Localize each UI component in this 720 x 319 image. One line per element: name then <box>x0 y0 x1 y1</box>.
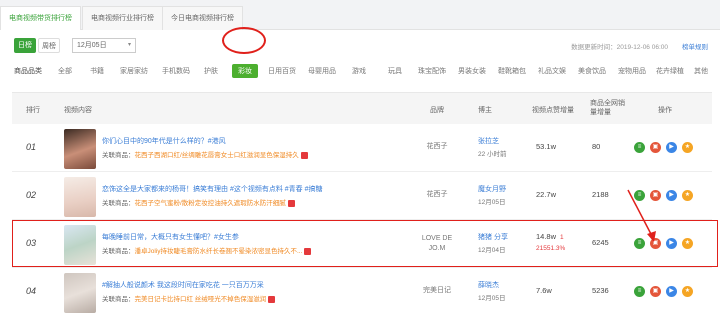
views-increase: 22.7w <box>536 190 557 199</box>
category-jewelry[interactable]: 珠宝配饰 <box>418 66 446 76</box>
category-skincare[interactable]: 护肤 <box>204 66 218 76</box>
video-title[interactable]: 你们心目中的90年代是什么样的？#港风 <box>102 136 226 146</box>
makeup-highlight-circle <box>222 27 266 54</box>
category-bags[interactable]: 鞋靴箱包 <box>498 66 526 76</box>
brand: 花西子 <box>426 191 448 198</box>
product-link[interactable]: 花西子西湖口红/丝绸雕花唇膏女士口红滋润显色保湿持久 <box>135 152 299 159</box>
table-row: 04 #解抽人般说颜术 我这段时间在家吃花 一只百万万采 关联商品：完美日记卡比… <box>12 268 712 319</box>
taobao-icon <box>287 199 295 207</box>
date-select[interactable]: 12月05日 ▾ <box>72 38 136 53</box>
blogger-name[interactable]: 薛晓杰 <box>478 280 499 290</box>
rank: 02 <box>26 190 37 200</box>
video-title[interactable]: #解抽人般说颜术 我这段时间在家吃花 一只百万万采 <box>102 280 264 290</box>
table-header: 排行 视频内容 品牌 博主 视频点赞增量 商品全网销量增量 操作 <box>12 92 712 124</box>
video-title[interactable]: 恋饰这全是大家都来的杨哥！搞笑有理由 #这个视频有点料 #青春 #搞糖 <box>102 184 323 194</box>
detail-icon[interactable]: ≡ <box>634 286 645 297</box>
publish-date: 22 小时前 <box>478 151 507 158</box>
product-link[interactable]: 花西子空气蜜粉/散粉定妆控油持久遮瑕防水防汗细腻 <box>135 200 286 207</box>
product-link[interactable]: 完美日记卡比持口红 丝绒哑光不掉色保湿滋润 <box>135 296 267 303</box>
play-icon[interactable]: ▶ <box>666 286 677 297</box>
favorite-icon[interactable]: ★ <box>682 142 693 153</box>
table-row: 02 恋饰这全是大家都来的杨哥！搞笑有理由 #这个视频有点料 #青春 #搞糖 关… <box>12 172 712 220</box>
week-ranking-button[interactable]: 周榜 <box>38 38 60 53</box>
category-home[interactable]: 家居家纺 <box>120 66 148 76</box>
ranking-tabs: 电商视频带货排行榜 电商视频行业排行榜 今日电商视频排行榜 <box>0 0 720 31</box>
favorite-icon[interactable]: ★ <box>682 286 693 297</box>
taobao-icon <box>300 151 308 159</box>
category-books[interactable]: 书籍 <box>90 66 104 76</box>
header-content: 视频内容 <box>64 107 92 114</box>
play-icon[interactable]: ▶ <box>666 190 677 201</box>
sales-increase: 80 <box>592 142 601 151</box>
table-row: 01 你们心目中的90年代是什么样的？#港风 关联商品：花西子西湖口红/丝绸雕花… <box>12 124 712 172</box>
category-clothing[interactable]: 男装女装 <box>458 66 486 76</box>
controls-row: 日榜 周榜 12月05日 ▾ 数据更新时间：2019-12-06 06:00 榜… <box>0 38 720 54</box>
related-product: 关联商品：完美日记卡比持口红 丝绒哑光不掉色保湿滋润 <box>102 293 276 303</box>
tab-today-ranking[interactable]: 今日电商视频排行榜 <box>162 6 243 30</box>
tab-industry-ranking[interactable]: 电商视频行业排行榜 <box>82 6 163 30</box>
taobao-icon <box>268 295 276 303</box>
shop-icon[interactable]: ▣ <box>650 190 661 201</box>
views-increase: 53.1w <box>536 142 557 151</box>
category-gifts[interactable]: 礼品文娱 <box>538 66 566 76</box>
favorite-icon[interactable]: ★ <box>682 190 693 201</box>
blogger-name[interactable]: 魔女月野 <box>478 184 506 194</box>
publish-date: 12月05日 <box>478 199 506 206</box>
tab-product-ranking[interactable]: 电商视频带货排行榜 <box>0 6 81 31</box>
category-makeup[interactable]: 彩妆 <box>232 64 258 78</box>
category-all[interactable]: 全部 <box>58 66 72 76</box>
video-thumbnail[interactable] <box>64 177 96 217</box>
rank: 04 <box>26 286 37 296</box>
category-other[interactable]: 其他 <box>694 66 708 76</box>
category-baby[interactable]: 母婴用品 <box>308 66 336 76</box>
brand: 完美日记 <box>423 287 451 294</box>
chevron-down-icon: ▾ <box>127 42 131 48</box>
rank: 01 <box>26 142 37 152</box>
shop-icon[interactable]: ▣ <box>650 286 661 297</box>
play-icon[interactable]: ▶ <box>666 142 677 153</box>
category-filter: 商品品类 全部 书籍 家居家纺 手机数码 护肤 彩妆 日用百货 母婴用品 游戏 … <box>0 64 720 80</box>
category-daily[interactable]: 日用百货 <box>268 66 296 76</box>
header-rank: 排行 <box>26 107 40 114</box>
category-pets[interactable]: 宠物用品 <box>618 66 646 76</box>
ranking-rules-link[interactable]: 榜单规则 <box>682 41 708 51</box>
related-product: 关联商品：花西子空气蜜粉/散粉定妆控油持久遮瑕防水防汗细腻 <box>102 197 295 207</box>
detail-icon[interactable]: ≡ <box>634 142 645 153</box>
publish-date: 12月05日 <box>478 295 506 302</box>
category-digital[interactable]: 手机数码 <box>162 66 190 76</box>
header-brand: 品牌 <box>430 107 444 114</box>
detail-icon[interactable]: ≡ <box>634 190 645 201</box>
video-thumbnail[interactable] <box>64 129 96 169</box>
category-food[interactable]: 美食饮品 <box>578 66 606 76</box>
blogger-name[interactable]: 张拉芝 <box>478 136 499 146</box>
header-blogger: 博主 <box>478 107 492 114</box>
row-highlight-box <box>12 220 718 267</box>
update-time: 数据更新时间：2019-12-06 06:00 <box>571 44 668 51</box>
header-sales: 商品全网销量增量 <box>590 100 625 116</box>
brand: 花西子 <box>426 143 448 150</box>
category-games[interactable]: 游戏 <box>352 66 366 76</box>
views-increase: 7.6w <box>536 286 552 295</box>
date-value: 12月05日 <box>77 42 107 49</box>
category-label: 商品品类 <box>14 68 42 75</box>
header-ops: 操作 <box>658 107 672 114</box>
sales-increase: 5236 <box>592 286 609 295</box>
category-plants[interactable]: 花卉绿植 <box>656 66 684 76</box>
shop-icon[interactable]: ▣ <box>650 142 661 153</box>
sales-increase: 2188 <box>592 190 609 199</box>
category-toys[interactable]: 玩具 <box>388 66 402 76</box>
related-product: 关联商品：花西子西湖口红/丝绸雕花唇膏女士口红滋润显色保湿持久 <box>102 149 308 159</box>
video-thumbnail[interactable] <box>64 273 96 313</box>
header-views: 视频点赞增量 <box>532 107 574 114</box>
day-ranking-button[interactable]: 日榜 <box>14 38 36 53</box>
